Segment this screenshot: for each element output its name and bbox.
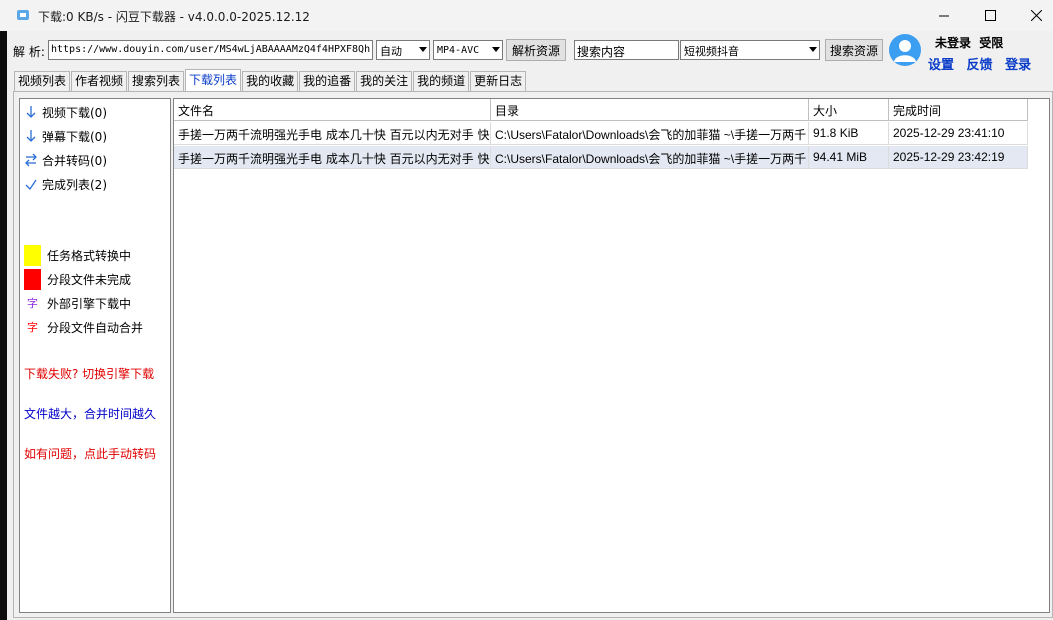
sidebar-item-label: 完成列表(2): [42, 177, 107, 192]
legend-label: 外部引擎下载中: [47, 296, 132, 311]
sidebar-item-danmaku-download[interactable]: 弹幕下载(0): [22, 127, 107, 145]
legend-incomplete: 分段文件未完成: [24, 268, 131, 290]
table-header: 文件名 目录 大小 完成时间: [174, 99, 1028, 121]
legend-label: 分段文件自动合并: [47, 320, 144, 335]
minimize-button[interactable]: [921, 0, 967, 31]
arrow-down-icon: [22, 129, 40, 143]
mode-select-value: 自动: [380, 45, 402, 58]
cell-filename: 手搓一万两千流明强光手电 成本几十快 百元以内无对手 快: [174, 146, 491, 169]
swap-icon: [22, 153, 40, 167]
search-input[interactable]: 搜索内容: [574, 40, 679, 60]
tab-search-list[interactable]: 搜索列表: [128, 71, 185, 91]
left-edge: [0, 31, 7, 620]
manual-transcode-link[interactable]: 如有问题，点此手动转码: [24, 445, 156, 462]
sidebar-item-label: 视频下载(0): [42, 105, 107, 120]
window-title: 下载:0 KB/s - 闪豆下载器 - v4.0.0.0-2025.12.12: [38, 10, 310, 24]
sidebar-item-completed[interactable]: 完成列表(2): [22, 175, 107, 193]
column-header-size[interactable]: 大小: [809, 99, 889, 121]
maximize-button[interactable]: [967, 0, 1013, 31]
download-table: 文件名 目录 大小 完成时间 手搓一万两千流明强光手电 成本几十快 百元以内无对…: [173, 98, 1050, 613]
cell-size: 94.41 MiB: [809, 146, 889, 169]
tab-following[interactable]: 我的关注: [356, 71, 413, 91]
user-links: 设置 反馈 登录: [928, 54, 1039, 73]
column-header-finish-time[interactable]: 完成时间: [889, 99, 1028, 121]
tab-video-list[interactable]: 视频列表: [14, 71, 71, 91]
legend-swatch: [24, 244, 41, 266]
parse-button[interactable]: 解析资源: [506, 39, 566, 61]
sidebar: 视频下载(0) 弹幕下载(0) 合并转码(0) 完成列表(2) 任务格式转换中: [19, 98, 171, 613]
table-row[interactable]: 手搓一万两千流明强光手电 成本几十快 百元以内无对手 快 C:\Users\Fa…: [174, 146, 1028, 169]
switch-engine-link[interactable]: 下载失败? 切换引擎下载: [24, 365, 154, 382]
user-status: 未登录 受限: [935, 34, 1003, 51]
tab-download-list[interactable]: 下载列表: [185, 69, 242, 91]
sidebar-item-video-download[interactable]: 视频下载(0): [22, 103, 107, 121]
title-bar: 下载:0 KB/s - 闪豆下载器 - v4.0.0.0-2025.12.12: [0, 0, 1053, 31]
app-icon: [17, 10, 29, 20]
feedback-link[interactable]: 反馈: [967, 58, 993, 73]
legend-label: 分段文件未完成: [47, 272, 132, 287]
close-button[interactable]: [1013, 0, 1053, 31]
tab-channels[interactable]: 我的频道: [413, 71, 470, 91]
sidebar-item-label: 合并转码(0): [42, 153, 107, 168]
user-icon: [894, 40, 916, 62]
chevron-down-icon: [809, 47, 817, 52]
tab-favorites[interactable]: 我的收藏: [242, 71, 299, 91]
legend-char: 字: [27, 297, 38, 310]
format-select[interactable]: MP4-AVC: [433, 40, 503, 60]
table-row[interactable]: 手搓一万两千流明强光手电 成本几十快 百元以内无对手 快 C:\Users\Fa…: [174, 122, 1028, 145]
platform-select-value: 短视频抖音: [684, 45, 739, 58]
settings-link[interactable]: 设置: [928, 58, 954, 73]
cell-filename: 手搓一万两千流明强光手电 成本几十快 百元以内无对手 快: [174, 122, 491, 145]
login-link[interactable]: 登录: [1005, 58, 1031, 73]
legend-swatch: [24, 268, 41, 290]
legend-converting: 任务格式转换中: [24, 244, 131, 266]
url-input[interactable]: https://www.douyin.com/user/MS4wLjABAAAA…: [48, 40, 373, 60]
legend-label: 任务格式转换中: [47, 248, 132, 263]
cell-directory: C:\Users\Fatalor\Downloads\会飞的加菲猫 ~\手搓一万…: [491, 122, 809, 145]
minimize-icon: [938, 15, 949, 17]
column-header-filename[interactable]: 文件名: [174, 99, 491, 121]
legend-external-engine: 字 外部引擎下载中: [24, 292, 131, 314]
legend-char: 字: [27, 321, 38, 334]
parse-label: 解 析:: [13, 45, 45, 59]
check-icon: [22, 177, 40, 191]
chevron-down-icon: [492, 47, 500, 52]
tab-author-videos[interactable]: 作者视频: [71, 71, 128, 91]
cell-directory: C:\Users\Fatalor\Downloads\会飞的加菲猫 ~\手搓一万…: [491, 146, 809, 169]
format-select-value: MP4-AVC: [437, 45, 480, 56]
main-window: 解 析: https://www.douyin.com/user/MS4wLjA…: [7, 31, 1053, 620]
platform-select[interactable]: 短视频抖音: [680, 40, 820, 60]
sidebar-item-merge-transcode[interactable]: 合并转码(0): [22, 151, 107, 169]
cell-size: 91.8 KiB: [809, 122, 889, 145]
merge-time-note: 文件越大，合并时间越久: [24, 407, 157, 421]
mode-select[interactable]: 自动: [376, 40, 430, 60]
cell-finish-time: 2025-12-29 23:42:19: [889, 146, 1028, 169]
maximize-icon: [984, 10, 996, 21]
legend-auto-merge: 字 分段文件自动合并: [24, 316, 143, 338]
login-status: 未登录: [935, 36, 972, 50]
search-button[interactable]: 搜索资源: [825, 39, 883, 61]
tab-bar: 视频列表 作者视频 搜索列表 下载列表 我的收藏 我的追番 我的关注 我的频道 …: [14, 69, 527, 91]
account-tier: 受限: [979, 36, 1004, 50]
column-header-directory[interactable]: 目录: [491, 99, 809, 121]
tab-changelog[interactable]: 更新日志: [470, 71, 527, 91]
cell-finish-time: 2025-12-29 23:41:10: [889, 122, 1028, 145]
sidebar-item-label: 弹幕下载(0): [42, 129, 107, 144]
avatar[interactable]: [889, 34, 921, 66]
chevron-down-icon: [419, 47, 427, 52]
close-icon: [1030, 10, 1042, 21]
arrow-down-icon: [22, 105, 40, 119]
tab-followed-series[interactable]: 我的追番: [299, 71, 356, 91]
